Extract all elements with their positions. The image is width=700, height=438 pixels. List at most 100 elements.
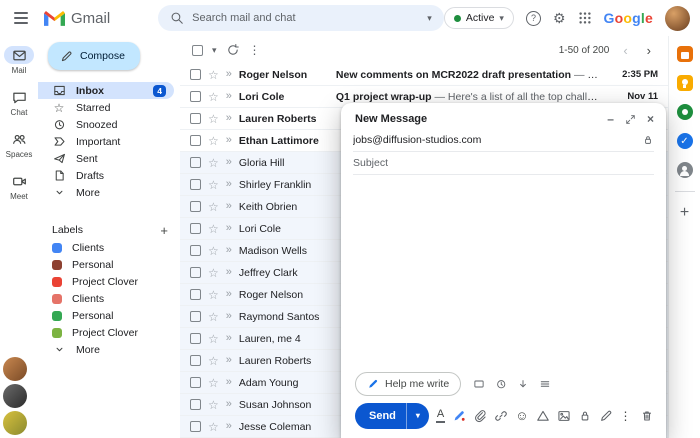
get-add-ons-icon[interactable]: + bbox=[680, 205, 689, 221]
row-checkbox[interactable] bbox=[190, 179, 201, 190]
star-icon[interactable]: ☆ bbox=[208, 399, 219, 411]
star-icon[interactable]: ☆ bbox=[208, 135, 219, 147]
star-icon[interactable]: ☆ bbox=[208, 267, 219, 279]
importance-marker-icon[interactable]: » bbox=[226, 201, 232, 212]
rail-item-spaces[interactable]: Spaces bbox=[4, 130, 34, 159]
discard-draft-icon[interactable] bbox=[640, 409, 654, 423]
row-checkbox[interactable] bbox=[190, 399, 201, 410]
importance-marker-icon[interactable]: » bbox=[226, 245, 232, 256]
more-options-icon[interactable]: ⋮ bbox=[249, 43, 261, 57]
importance-marker-icon[interactable]: » bbox=[226, 157, 232, 168]
rail-item-chat[interactable]: Chat bbox=[4, 88, 34, 117]
importance-marker-icon[interactable]: » bbox=[226, 355, 232, 366]
history-icon[interactable] bbox=[495, 378, 507, 390]
importance-marker-icon[interactable]: » bbox=[226, 267, 232, 278]
row-checkbox[interactable] bbox=[190, 135, 201, 146]
importance-marker-icon[interactable]: » bbox=[226, 333, 232, 344]
drive-icon[interactable] bbox=[536, 409, 550, 423]
star-icon[interactable]: ☆ bbox=[208, 91, 219, 103]
row-checkbox[interactable] bbox=[190, 355, 201, 366]
importance-marker-icon[interactable]: » bbox=[226, 113, 232, 124]
calendar-icon[interactable] bbox=[676, 46, 693, 62]
compose-body-input[interactable] bbox=[353, 179, 654, 372]
email-row[interactable]: ☆ » Roger Nelson New comments on MCR2022… bbox=[180, 64, 668, 86]
star-icon[interactable]: ☆ bbox=[208, 311, 219, 323]
row-checkbox[interactable] bbox=[190, 421, 201, 432]
row-checkbox[interactable] bbox=[190, 201, 201, 212]
sidebar-item-important[interactable]: Important bbox=[38, 133, 174, 150]
label-item-clients-2[interactable]: Clients bbox=[38, 290, 180, 307]
star-icon[interactable]: ☆ bbox=[208, 223, 219, 235]
subject-field[interactable] bbox=[353, 152, 654, 175]
star-icon[interactable]: ☆ bbox=[208, 157, 219, 169]
contact-avatar[interactable] bbox=[3, 357, 27, 381]
importance-marker-icon[interactable]: » bbox=[226, 69, 232, 80]
phone-icon[interactable] bbox=[676, 104, 693, 120]
menu-lines-icon[interactable] bbox=[539, 378, 551, 390]
select-options-caret-icon[interactable]: ▾ bbox=[212, 45, 217, 56]
star-icon[interactable]: ☆ bbox=[208, 113, 219, 125]
gemini-pen-icon[interactable] bbox=[452, 409, 466, 423]
insert-image-icon[interactable] bbox=[557, 409, 571, 423]
row-checkbox[interactable] bbox=[190, 267, 201, 278]
to-input[interactable] bbox=[353, 134, 636, 146]
hamburger-menu-icon[interactable] bbox=[14, 12, 28, 24]
help-me-write-button[interactable]: Help me write bbox=[355, 371, 462, 396]
rail-item-meet[interactable]: Meet bbox=[4, 172, 34, 201]
star-icon[interactable]: ☆ bbox=[208, 245, 219, 257]
label-item-project-clover[interactable]: Project Clover bbox=[38, 273, 180, 290]
row-checkbox[interactable] bbox=[190, 333, 201, 344]
row-checkbox[interactable] bbox=[190, 245, 201, 256]
row-checkbox[interactable] bbox=[190, 91, 201, 102]
confidential-mode-icon[interactable] bbox=[578, 409, 592, 423]
row-checkbox[interactable] bbox=[190, 311, 201, 322]
keep-icon[interactable] bbox=[676, 75, 693, 91]
row-checkbox[interactable] bbox=[190, 289, 201, 300]
contact-avatar[interactable] bbox=[3, 384, 27, 408]
importance-marker-icon[interactable]: » bbox=[226, 421, 232, 432]
importance-marker-icon[interactable]: » bbox=[226, 223, 232, 234]
arrow-down-icon[interactable] bbox=[517, 378, 529, 390]
send-options-caret-icon[interactable]: ▾ bbox=[407, 411, 429, 420]
star-icon[interactable]: ☆ bbox=[208, 421, 219, 433]
newer-page-icon[interactable]: ‹ bbox=[618, 43, 632, 58]
star-icon[interactable]: ☆ bbox=[208, 179, 219, 191]
star-icon[interactable]: ☆ bbox=[208, 201, 219, 213]
star-icon[interactable]: ☆ bbox=[208, 333, 219, 345]
settings-gear-icon[interactable]: ⚙ bbox=[553, 11, 566, 25]
sidebar-item-sent[interactable]: Sent bbox=[38, 150, 174, 167]
sidebar-item-drafts[interactable]: Drafts bbox=[38, 167, 174, 184]
minimize-icon[interactable]: – bbox=[607, 113, 614, 125]
row-checkbox[interactable] bbox=[190, 223, 201, 234]
compose-header[interactable]: New Message – × bbox=[341, 103, 666, 129]
label-item-personal[interactable]: Personal bbox=[38, 256, 180, 273]
star-icon[interactable]: ☆ bbox=[208, 69, 219, 81]
labels-more[interactable]: More bbox=[38, 341, 174, 358]
importance-marker-icon[interactable]: » bbox=[226, 311, 232, 322]
importance-marker-icon[interactable]: » bbox=[226, 91, 232, 102]
sidebar-item-starred[interactable]: ☆ Starred bbox=[38, 99, 174, 116]
rail-item-mail[interactable]: Mail bbox=[4, 46, 34, 75]
row-checkbox[interactable] bbox=[190, 69, 201, 80]
importance-marker-icon[interactable]: » bbox=[226, 289, 232, 300]
sidebar-item-snoozed[interactable]: Snoozed bbox=[38, 116, 174, 133]
more-options-icon[interactable]: ⋮ bbox=[620, 409, 632, 423]
attach-file-icon[interactable] bbox=[473, 409, 487, 423]
refresh-icon[interactable] bbox=[226, 43, 240, 57]
status-selector[interactable]: Active ▾ bbox=[443, 7, 514, 29]
recipients-field[interactable] bbox=[353, 129, 654, 152]
label-item-clients[interactable]: Clients bbox=[38, 239, 180, 256]
importance-marker-icon[interactable]: » bbox=[226, 377, 232, 388]
contacts-icon[interactable] bbox=[676, 162, 693, 178]
label-item-project-clover-2[interactable]: Project Clover bbox=[38, 324, 180, 341]
contact-avatar[interactable] bbox=[3, 411, 27, 435]
star-icon[interactable]: ☆ bbox=[208, 289, 219, 301]
star-icon[interactable]: ☆ bbox=[208, 377, 219, 389]
user-avatar[interactable] bbox=[665, 5, 690, 31]
expand-icon[interactable] bbox=[625, 114, 636, 125]
subject-input[interactable] bbox=[353, 157, 654, 169]
card-icon[interactable] bbox=[473, 378, 485, 390]
compose-button[interactable]: Compose bbox=[48, 42, 140, 70]
search-input[interactable] bbox=[192, 12, 420, 24]
row-checkbox[interactable] bbox=[190, 113, 201, 124]
